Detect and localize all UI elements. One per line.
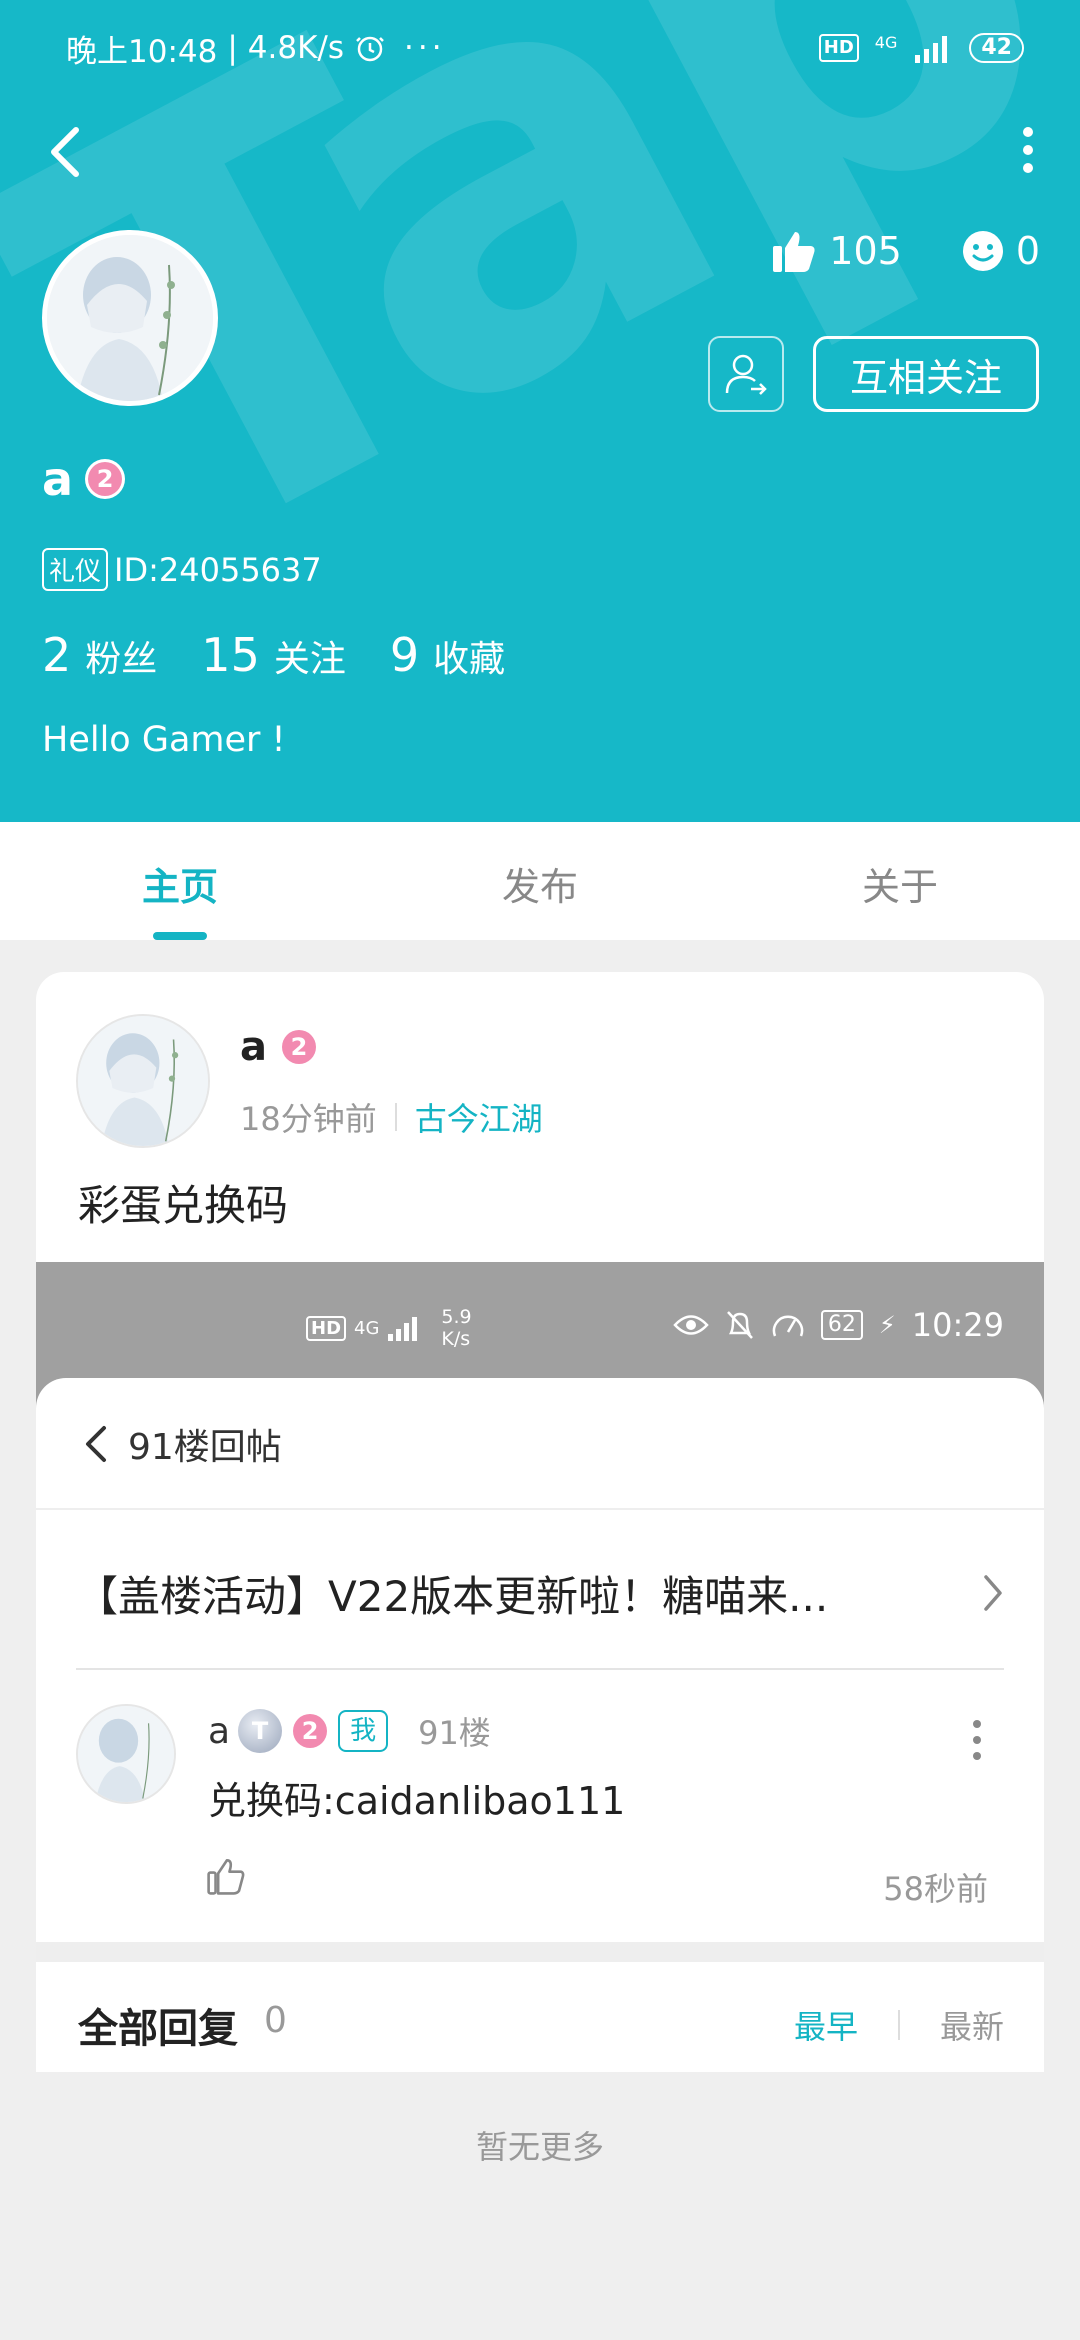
tab-about[interactable]: 关于 (720, 822, 1080, 940)
battery-indicator: 62 (820, 1310, 863, 1340)
sort-earliest-button[interactable]: 最早 (794, 2002, 858, 2048)
thumbs-up-icon (773, 232, 815, 272)
profile-bio: Hello Gamer ! (42, 720, 286, 760)
reply-avatar[interactable] (76, 1704, 176, 1804)
sort-divider (897, 2010, 900, 2040)
hd-icon: HD (306, 1315, 347, 1341)
profile-tabs: 主页 发布 关于 (0, 822, 1080, 940)
smiles-count: 0 (962, 229, 1040, 273)
eye-icon (673, 1315, 709, 1335)
profile-id-row: 礼仪 ID:24055637 (42, 548, 322, 591)
me-tag: 我 (338, 1710, 389, 1752)
thumbs-up-outline-icon[interactable] (206, 1856, 246, 1896)
following-count[interactable]: 15 (201, 628, 260, 682)
post-text: 彩蛋兑换码 (78, 1181, 289, 1230)
smiley-icon (962, 231, 1003, 271)
all-replies-count: 0 (264, 2000, 287, 2041)
fans-count[interactable]: 2 (42, 628, 71, 682)
back-chevron-icon[interactable] (84, 1424, 108, 1464)
profile-username-row: a 2 (42, 452, 126, 506)
no-more-text: 暂无更多 (475, 2128, 604, 2166)
profile-reactions: 105 0 (771, 228, 1040, 274)
reply-text: 兑换码:caidanlibao111 (208, 1779, 626, 1823)
profile-avatar[interactable] (42, 230, 218, 406)
status-speed: 4.8K/s (247, 30, 345, 66)
profile-id: ID:24055637 (114, 550, 322, 589)
post-image[interactable]: HD 4G 5.9 K/s 62 ⚡ 10:29 91楼回帖 【盖楼活动】V22… (36, 1262, 1044, 2340)
post-circle-link[interactable]: 古今江湖 (415, 1094, 543, 1140)
more-vertical-icon[interactable] (970, 1718, 984, 1762)
embedded-status-bar: HD 4G 5.9 K/s 62 ⚡ 10:29 (36, 1306, 1044, 1362)
thread-title: 【盖楼活动】V22版本更新啦！糖喵来... (76, 1571, 829, 1621)
alarm-icon (356, 36, 384, 62)
post-meta: 18分钟前 古今江湖 (240, 1094, 543, 1140)
avatar-illustration (78, 1706, 174, 1802)
profile-stats: 2 粉丝 15 关注 9 收藏 (42, 628, 549, 682)
battery-indicator: 42 (969, 33, 1024, 63)
divider (76, 1668, 1004, 1670)
sort-latest-button[interactable]: 最新 (940, 2002, 1004, 2048)
chevron-right-icon (984, 1575, 1002, 1611)
favorites-label[interactable]: 收藏 (433, 630, 505, 682)
divider (36, 1508, 1044, 1510)
back-arrow-icon[interactable] (42, 120, 88, 184)
mute-bell-icon (727, 1311, 753, 1339)
tab-home[interactable]: 主页 (0, 822, 360, 940)
profile-username: a (42, 452, 74, 506)
avatar-illustration (47, 235, 213, 401)
user-transfer-icon (725, 354, 767, 395)
more-vertical-icon[interactable] (1018, 124, 1038, 176)
reply-time: 58秒前 (883, 1870, 988, 1908)
all-replies-header: 全部回复 0 最早 最新 (36, 1962, 1044, 2072)
floor-number: 91楼 (418, 1714, 491, 1752)
speed-unit: K/s (441, 1328, 471, 1350)
empty-area: 暂无更多 (36, 2072, 1044, 2340)
mutual-follow-button[interactable]: 互相关注 (813, 336, 1039, 412)
embedded-time: 10:29 (911, 1306, 1004, 1344)
network-type: 4G (354, 1317, 380, 1339)
poster-name-row: a 2 (240, 1024, 319, 1070)
post-time: 18分钟前 (240, 1100, 377, 1138)
tab-posts[interactable]: 发布 (360, 822, 720, 940)
likes-count: 105 (771, 228, 902, 274)
network-type: 4G (874, 33, 898, 52)
signal-icon (388, 1317, 418, 1341)
profile-header: TapTap 晚上10:48 | 4.8K/s ··· HD 4G 42 (0, 0, 1080, 822)
level-badge: 2 (279, 1027, 319, 1067)
charging-icon: ⚡ (878, 1311, 896, 1339)
level-badge: 2 (290, 1711, 331, 1751)
reply-header: a T 2 我 91楼 (208, 1708, 491, 1754)
poster-name[interactable]: a (240, 1024, 267, 1070)
hd-icon: HD (818, 34, 859, 62)
all-replies-label: 全部回复 (78, 2006, 238, 2052)
more-notifications-icon: ··· (404, 30, 446, 66)
meta-divider (394, 1103, 397, 1131)
section-gap (36, 1942, 1044, 1962)
thread-link[interactable]: 【盖楼活动】V22版本更新啦！糖喵来... (76, 1528, 1004, 1658)
sheet-title: 91楼回帖 (128, 1427, 282, 1468)
sort-toggle: 最早 最新 (794, 2002, 1004, 2048)
status-bar: 晚上10:48 | 4.8K/s ··· HD 4G 42 (66, 22, 1024, 74)
medal-badge: T (238, 1709, 283, 1753)
speedometer-icon (772, 1315, 804, 1337)
speed-value: 5.9 (441, 1306, 472, 1328)
reply-detail-sheet: 91楼回帖 【盖楼活动】V22版本更新啦！糖喵来... a T 2 我 91楼 … (36, 1378, 1044, 2340)
reply-author[interactable]: a (208, 1711, 230, 1752)
etiquette-tag[interactable]: 礼仪 (42, 548, 109, 591)
following-label[interactable]: 关注 (274, 630, 346, 682)
fans-label[interactable]: 粉丝 (85, 630, 157, 682)
sheet-header[interactable]: 91楼回帖 (84, 1418, 282, 1470)
post-card[interactable]: a 2 18分钟前 古今江湖 彩蛋兑换码 HD 4G 5.9 K/s 62 ⚡ … (36, 972, 1044, 2340)
signal-icon (915, 36, 948, 63)
favorites-count[interactable]: 9 (390, 628, 419, 682)
share-profile-button[interactable] (708, 336, 784, 412)
level-badge: 2 (85, 459, 126, 499)
avatar-illustration (78, 1016, 208, 1146)
poster-avatar[interactable] (76, 1014, 210, 1148)
status-time: 晚上10:48 (66, 33, 218, 70)
